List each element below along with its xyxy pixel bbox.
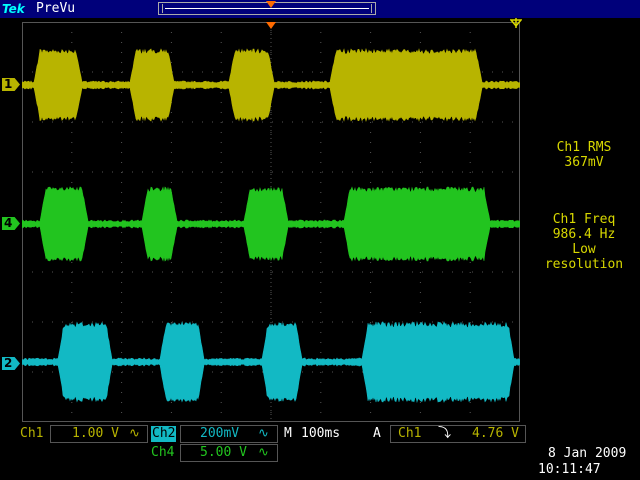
ch2-waveform bbox=[22, 320, 520, 404]
record-left-cap bbox=[162, 4, 163, 13]
meas-ch1-freq-note-1: Low bbox=[572, 242, 596, 257]
ch4-marker[interactable]: 4 bbox=[2, 217, 20, 230]
ch1-scale: 1.00 V bbox=[72, 426, 119, 441]
timebase-label: M bbox=[284, 426, 292, 441]
ch2-coupling-icon: ∿ bbox=[258, 426, 269, 441]
meas-ch1-rms-name: Ch1 RMS bbox=[556, 140, 612, 155]
trigger-source: Ch1 bbox=[398, 426, 422, 441]
ch2-label[interactable]: Ch2 bbox=[151, 426, 177, 442]
meas-ch1-freq-name: Ch1 Freq bbox=[552, 212, 616, 227]
ch1-coupling-icon: ∿ bbox=[129, 426, 140, 441]
meas-ch1-freq-value: 986.4 Hz bbox=[552, 227, 616, 242]
trigger-level-icon bbox=[510, 18, 522, 28]
ch2-marker[interactable]: 2 bbox=[2, 357, 20, 370]
status-bar: Ch1 1.00 V ∿ Ch2 200mV ∿ M 100ms A Ch1 ⤵… bbox=[0, 424, 640, 480]
ch4-waveform bbox=[22, 186, 520, 262]
ch4-scale: 5.00 V bbox=[200, 445, 247, 460]
top-bar: Tek PreVu bbox=[0, 0, 640, 18]
trigger-label: A bbox=[373, 426, 381, 441]
waveform-display[interactable] bbox=[22, 22, 520, 422]
meas-ch1-rms-value: 367mV bbox=[564, 155, 604, 170]
timebase-value[interactable]: 100ms bbox=[301, 426, 340, 442]
trigger-level: 4.76 V bbox=[472, 426, 519, 441]
trigger-marker-icon bbox=[266, 22, 276, 29]
ch1-marker[interactable]: 1 bbox=[2, 78, 20, 91]
tek-logo: Tek bbox=[2, 2, 25, 16]
ch4-label[interactable]: Ch4 bbox=[151, 445, 174, 461]
date: 8 Jan 2009 bbox=[548, 446, 627, 461]
time: 10:11:47 bbox=[538, 462, 601, 477]
trigger-position-icon bbox=[266, 1, 276, 8]
ch2-scale: 200mV bbox=[200, 426, 240, 441]
trigger-slope-icon: ⤵ bbox=[438, 426, 452, 441]
measurement-panel: Ch1 RMS 367mV Ch1 Freq 986.4 Hz Low reso… bbox=[528, 140, 640, 272]
ch1-label[interactable]: Ch1 bbox=[20, 426, 43, 442]
acquisition-mode: PreVu bbox=[36, 1, 76, 16]
meas-ch1-freq-note-2: resolution bbox=[544, 257, 624, 272]
ch4-coupling-icon: ∿ bbox=[258, 445, 269, 460]
record-right-cap bbox=[371, 4, 372, 13]
